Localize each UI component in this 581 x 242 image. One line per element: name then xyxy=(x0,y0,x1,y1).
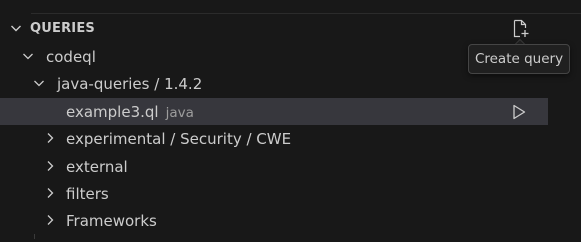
tree-item-label: experimental / Security / CWE xyxy=(66,130,292,148)
chevron-down-icon[interactable] xyxy=(31,75,47,91)
tree-item-label: external xyxy=(66,158,128,176)
queries-section-header[interactable]: QUERIES xyxy=(0,14,581,44)
file-language: java xyxy=(165,105,194,121)
tree-item-example3[interactable]: example3.ql java xyxy=(0,98,548,125)
tree-item-label: Frameworks xyxy=(66,212,157,230)
panel-top-strip xyxy=(0,0,581,14)
tree-item-external[interactable]: external xyxy=(0,153,548,180)
tree-item-java-queries[interactable]: java-queries / 1.4.2 xyxy=(0,70,548,97)
tree-item-label: java-queries / 1.4.2 xyxy=(57,75,203,93)
tree-item-filters[interactable]: filters xyxy=(0,180,548,207)
section-title: QUERIES xyxy=(30,21,95,36)
run-icon xyxy=(513,104,526,120)
tree-item-experimental[interactable]: experimental / Security / CWE xyxy=(0,125,548,152)
tree-item-codeql[interactable]: codeql xyxy=(0,43,548,70)
chevron-down-icon[interactable] xyxy=(20,48,36,64)
create-query-button[interactable] xyxy=(509,18,533,40)
chevron-right-icon[interactable] xyxy=(42,130,58,146)
tree-item-label: codeql xyxy=(46,48,96,66)
chevron-right-icon[interactable] xyxy=(42,158,58,174)
run-query-button[interactable] xyxy=(508,101,530,123)
chevron-right-icon[interactable] xyxy=(42,212,58,228)
new-file-icon xyxy=(513,19,529,38)
tree-item-frameworks[interactable]: Frameworks xyxy=(0,207,548,234)
chevron-down-icon[interactable] xyxy=(8,20,24,36)
tree-item-label: filters xyxy=(66,185,109,203)
tree-item-label: example3.ql java xyxy=(66,103,194,122)
queries-panel: QUERIES codeql java-queries / 1.4.2 exam… xyxy=(0,0,581,242)
chevron-right-icon[interactable] xyxy=(42,185,58,201)
file-name: example3.ql xyxy=(66,103,159,121)
create-query-tooltip: Create query xyxy=(468,44,570,74)
